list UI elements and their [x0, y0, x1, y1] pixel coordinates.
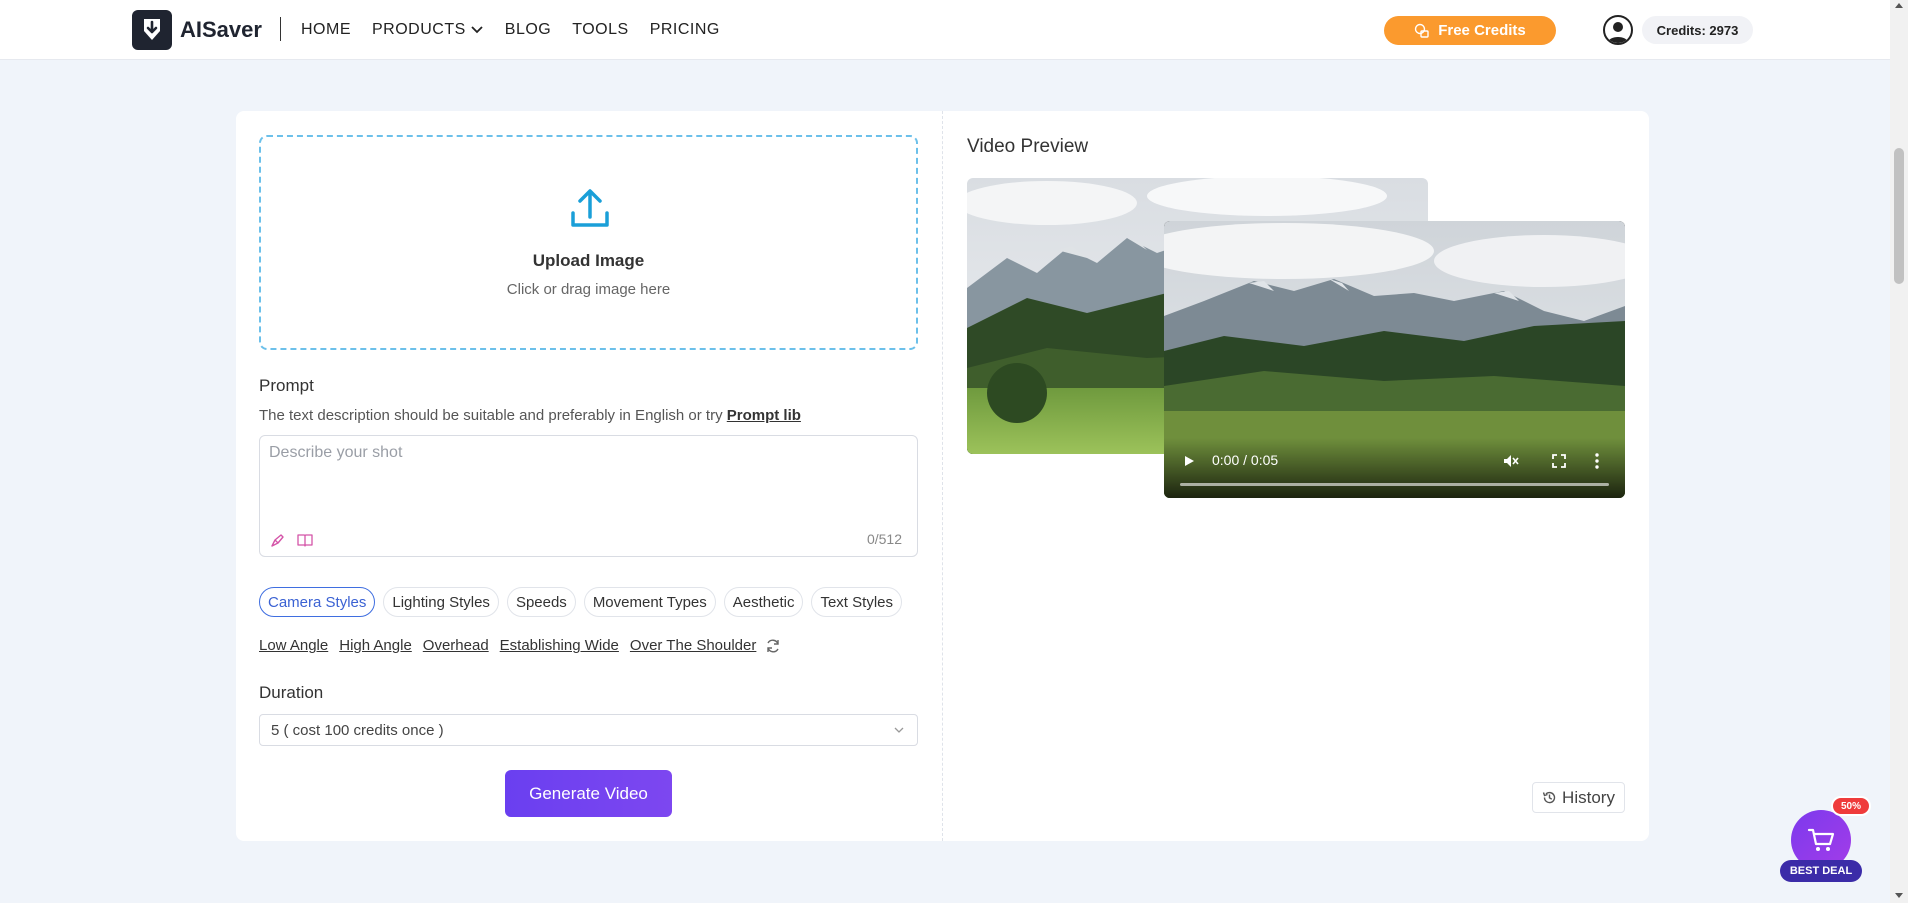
- prompt-box: 0/512: [259, 435, 918, 557]
- avatar[interactable]: [1603, 15, 1633, 45]
- generate-video-button[interactable]: Generate Video: [505, 770, 672, 817]
- preset-low-angle[interactable]: Low Angle: [259, 637, 328, 654]
- mute-icon[interactable]: [1502, 452, 1520, 470]
- page-scrollbar[interactable]: [1890, 0, 1908, 903]
- brand-logo[interactable]: AISaver: [132, 10, 262, 50]
- chevron-down-icon: [471, 26, 483, 34]
- upload-subtitle: Click or drag image here: [506, 281, 671, 298]
- main-nav: HOME PRODUCTS BLOG TOOLS PRICING: [301, 0, 741, 60]
- generator-card: Upload Image Click or drag image here Pr…: [236, 111, 1649, 841]
- nav-home[interactable]: HOME: [301, 21, 351, 39]
- history-button[interactable]: History: [1532, 782, 1625, 813]
- duration-label: Duration: [259, 683, 324, 702]
- upload-dropzone[interactable]: Upload Image Click or drag image here: [259, 135, 918, 350]
- prompt-label: Prompt: [259, 376, 314, 395]
- brand-name: AISaver: [180, 17, 262, 42]
- preview-title: Video Preview: [967, 136, 1089, 157]
- coins-icon: [1415, 23, 1429, 38]
- tab-speeds[interactable]: Speeds: [506, 587, 576, 617]
- prompt-description: The text description should be suitable …: [259, 407, 801, 424]
- preset-overhead[interactable]: Overhead: [423, 637, 489, 654]
- history-label: History: [1562, 787, 1615, 807]
- char-counter: 0/512: [866, 531, 902, 547]
- video-player[interactable]: 0:00 / 0:05: [1164, 221, 1625, 498]
- scroll-up-arrow-icon[interactable]: [1895, 3, 1903, 8]
- duration-select[interactable]: 5 ( cost 100 credits once ): [259, 714, 918, 746]
- more-options-icon[interactable]: [1594, 452, 1600, 470]
- best-deal-label: BEST DEAL: [1780, 860, 1862, 882]
- nav-tools[interactable]: TOOLS: [572, 21, 628, 39]
- upload-icon: [571, 189, 609, 227]
- download-shield-icon: [132, 10, 172, 50]
- tab-movement-types[interactable]: Movement Types: [583, 587, 716, 617]
- preset-high-angle[interactable]: High Angle: [339, 637, 412, 654]
- play-icon[interactable]: [1182, 454, 1196, 468]
- preset-over-the-shoulder[interactable]: Over The Shoulder: [630, 637, 756, 654]
- fullscreen-icon[interactable]: [1551, 453, 1567, 469]
- tab-text-styles[interactable]: Text Styles: [811, 587, 902, 617]
- style-presets: Low Angle High Angle Overhead Establishi…: [259, 637, 781, 654]
- upload-title: Upload Image: [532, 251, 645, 270]
- free-credits-button[interactable]: Free Credits: [1384, 16, 1556, 45]
- cart-icon: [1807, 828, 1835, 851]
- video-progress-bar[interactable]: [1180, 483, 1609, 486]
- prompt-lib-link[interactable]: Prompt lib: [727, 407, 801, 424]
- credits-balance: Credits: 2973: [1642, 16, 1753, 44]
- video-controls: 0:00 / 0:05: [1164, 438, 1625, 498]
- video-time: 0:00 / 0:05: [1212, 452, 1279, 468]
- chevron-down-icon: [894, 727, 904, 733]
- style-tabs: Camera Styles Lighting Styles Speeds Mov…: [259, 587, 902, 617]
- scroll-thumb[interactable]: [1894, 148, 1904, 284]
- book-icon[interactable]: [296, 532, 314, 548]
- best-deal-widget[interactable]: 50% BEST DEAL: [1780, 796, 1871, 886]
- nav-products-label: PRODUCTS: [372, 21, 466, 38]
- nav-blog[interactable]: BLOG: [505, 21, 551, 39]
- duration-value: 5 ( cost 100 credits once ): [271, 721, 444, 739]
- tab-lighting-styles[interactable]: Lighting Styles: [383, 587, 499, 617]
- top-header: AISaver HOME PRODUCTS BLOG TOOLS PRICING…: [0, 0, 1890, 60]
- preset-establishing-wide[interactable]: Establishing Wide: [500, 637, 619, 654]
- tab-camera-styles[interactable]: Camera Styles: [259, 587, 376, 617]
- user-avatar-icon: [1608, 22, 1628, 43]
- scroll-down-arrow-icon[interactable]: [1895, 893, 1903, 898]
- nav-pricing[interactable]: PRICING: [650, 21, 720, 39]
- free-credits-label: Free Credits: [1438, 22, 1526, 39]
- prompt-input[interactable]: [269, 444, 909, 514]
- discount-badge: 50%: [1831, 796, 1871, 816]
- logo-divider: [280, 17, 281, 41]
- refresh-icon[interactable]: [765, 638, 781, 654]
- column-divider: [942, 111, 943, 841]
- magic-brush-icon[interactable]: [269, 532, 285, 548]
- history-icon: [1542, 791, 1556, 804]
- tab-aesthetic[interactable]: Aesthetic: [723, 587, 804, 617]
- nav-products[interactable]: PRODUCTS: [372, 21, 484, 39]
- prompt-description-text: The text description should be suitable …: [259, 407, 723, 424]
